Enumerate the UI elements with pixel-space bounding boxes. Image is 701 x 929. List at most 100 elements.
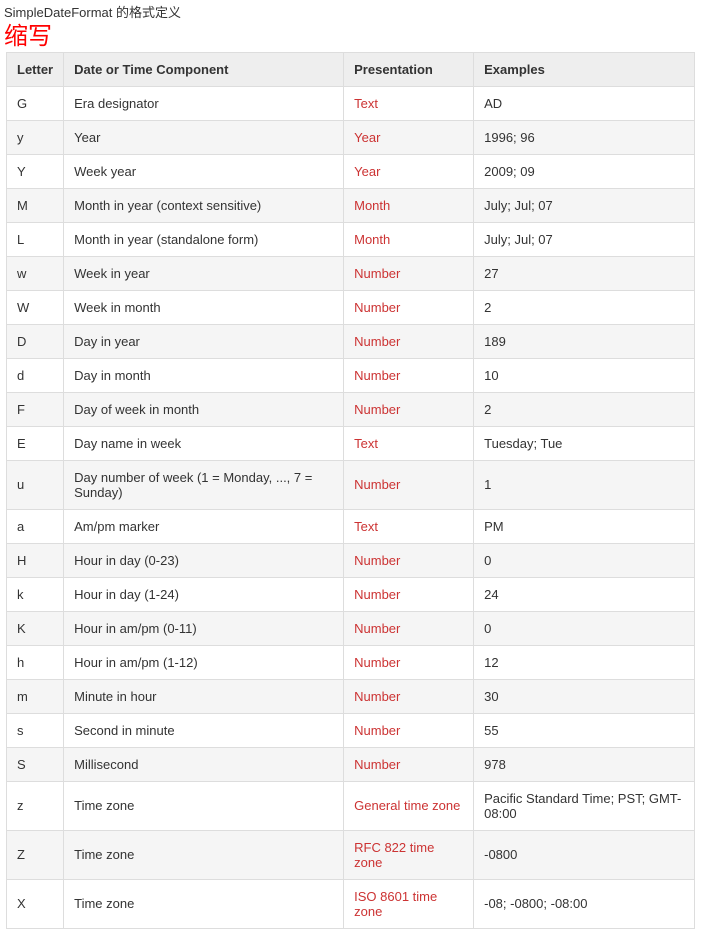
cell-letter: X: [7, 879, 64, 928]
cell-presentation[interactable]: Number: [344, 392, 474, 426]
table-row: HHour in day (0-23)Number0: [7, 543, 695, 577]
cell-presentation[interactable]: Number: [344, 460, 474, 509]
cell-examples: 978: [474, 747, 695, 781]
cell-component: Day number of week (1 = Monday, ..., 7 =…: [64, 460, 344, 509]
table-row: LMonth in year (standalone form)MonthJul…: [7, 222, 695, 256]
cell-presentation[interactable]: Number: [344, 713, 474, 747]
cell-presentation[interactable]: Month: [344, 188, 474, 222]
cell-examples: 12: [474, 645, 695, 679]
cell-examples: -0800: [474, 830, 695, 879]
cell-examples: July; Jul; 07: [474, 222, 695, 256]
cell-examples: Tuesday; Tue: [474, 426, 695, 460]
table-row: MMonth in year (context sensitive)MonthJ…: [7, 188, 695, 222]
cell-presentation[interactable]: Number: [344, 256, 474, 290]
cell-presentation[interactable]: RFC 822 time zone: [344, 830, 474, 879]
cell-examples: 55: [474, 713, 695, 747]
table-row: EDay name in weekTextTuesday; Tue: [7, 426, 695, 460]
annotation-label: 缩写: [0, 23, 701, 52]
cell-letter: G: [7, 86, 64, 120]
table-row: XTime zoneISO 8601 time zone-08; -0800; …: [7, 879, 695, 928]
cell-component: Era designator: [64, 86, 344, 120]
table-row: yYearYear1996; 96: [7, 120, 695, 154]
th-letter: Letter: [7, 52, 64, 86]
format-table: Letter Date or Time Component Presentati…: [6, 52, 695, 929]
table-row: zTime zoneGeneral time zonePacific Stand…: [7, 781, 695, 830]
table-row: WWeek in monthNumber2: [7, 290, 695, 324]
cell-examples: AD: [474, 86, 695, 120]
table-row: wWeek in yearNumber27: [7, 256, 695, 290]
cell-letter: w: [7, 256, 64, 290]
cell-presentation[interactable]: Text: [344, 426, 474, 460]
table-row: YWeek yearYear2009; 09: [7, 154, 695, 188]
cell-examples: 2: [474, 392, 695, 426]
cell-letter: L: [7, 222, 64, 256]
cell-examples: 0: [474, 611, 695, 645]
th-component: Date or Time Component: [64, 52, 344, 86]
cell-component: Week in year: [64, 256, 344, 290]
cell-letter: z: [7, 781, 64, 830]
cell-component: Year: [64, 120, 344, 154]
cell-letter: F: [7, 392, 64, 426]
cell-examples: -08; -0800; -08:00: [474, 879, 695, 928]
cell-component: Week in month: [64, 290, 344, 324]
cell-presentation[interactable]: Text: [344, 509, 474, 543]
cell-letter: S: [7, 747, 64, 781]
cell-component: Hour in am/pm (0-11): [64, 611, 344, 645]
cell-presentation[interactable]: Number: [344, 324, 474, 358]
cell-presentation[interactable]: Number: [344, 577, 474, 611]
cell-letter: Z: [7, 830, 64, 879]
table-row: DDay in yearNumber189: [7, 324, 695, 358]
cell-presentation[interactable]: Number: [344, 679, 474, 713]
cell-presentation[interactable]: General time zone: [344, 781, 474, 830]
table-row: kHour in day (1-24)Number24: [7, 577, 695, 611]
table-row: sSecond in minuteNumber55: [7, 713, 695, 747]
cell-letter: Y: [7, 154, 64, 188]
cell-component: Time zone: [64, 830, 344, 879]
cell-component: Day name in week: [64, 426, 344, 460]
table-row: GEra designatorTextAD: [7, 86, 695, 120]
cell-presentation[interactable]: Number: [344, 611, 474, 645]
cell-examples: 2: [474, 290, 695, 324]
cell-component: Day of week in month: [64, 392, 344, 426]
cell-presentation[interactable]: Number: [344, 290, 474, 324]
table-row: hHour in am/pm (1-12)Number12: [7, 645, 695, 679]
cell-letter: k: [7, 577, 64, 611]
cell-examples: PM: [474, 509, 695, 543]
cell-component: Hour in day (0-23): [64, 543, 344, 577]
page-title: SimpleDateFormat 的格式定义: [0, 0, 701, 23]
table-row: uDay number of week (1 = Monday, ..., 7 …: [7, 460, 695, 509]
cell-component: Time zone: [64, 879, 344, 928]
cell-letter: H: [7, 543, 64, 577]
cell-presentation[interactable]: Text: [344, 86, 474, 120]
cell-examples: 10: [474, 358, 695, 392]
cell-letter: u: [7, 460, 64, 509]
cell-presentation[interactable]: Number: [344, 645, 474, 679]
cell-letter: a: [7, 509, 64, 543]
cell-examples: Pacific Standard Time; PST; GMT-08:00: [474, 781, 695, 830]
cell-examples: 1996; 96: [474, 120, 695, 154]
cell-presentation[interactable]: Number: [344, 358, 474, 392]
cell-presentation[interactable]: Year: [344, 120, 474, 154]
cell-presentation[interactable]: Number: [344, 747, 474, 781]
cell-presentation[interactable]: Year: [344, 154, 474, 188]
cell-presentation[interactable]: ISO 8601 time zone: [344, 879, 474, 928]
cell-letter: W: [7, 290, 64, 324]
cell-presentation[interactable]: Month: [344, 222, 474, 256]
cell-component: Month in year (standalone form): [64, 222, 344, 256]
cell-letter: y: [7, 120, 64, 154]
cell-examples: 2009; 09: [474, 154, 695, 188]
cell-component: Second in minute: [64, 713, 344, 747]
th-examples: Examples: [474, 52, 695, 86]
cell-presentation[interactable]: Number: [344, 543, 474, 577]
table-row: mMinute in hourNumber30: [7, 679, 695, 713]
table-row: SMillisecondNumber978: [7, 747, 695, 781]
table-row: KHour in am/pm (0-11)Number0: [7, 611, 695, 645]
cell-component: Minute in hour: [64, 679, 344, 713]
cell-component: Hour in day (1-24): [64, 577, 344, 611]
cell-examples: 0: [474, 543, 695, 577]
table-header-row: Letter Date or Time Component Presentati…: [7, 52, 695, 86]
cell-examples: 1: [474, 460, 695, 509]
cell-letter: s: [7, 713, 64, 747]
cell-component: Week year: [64, 154, 344, 188]
table-row: dDay in monthNumber10: [7, 358, 695, 392]
